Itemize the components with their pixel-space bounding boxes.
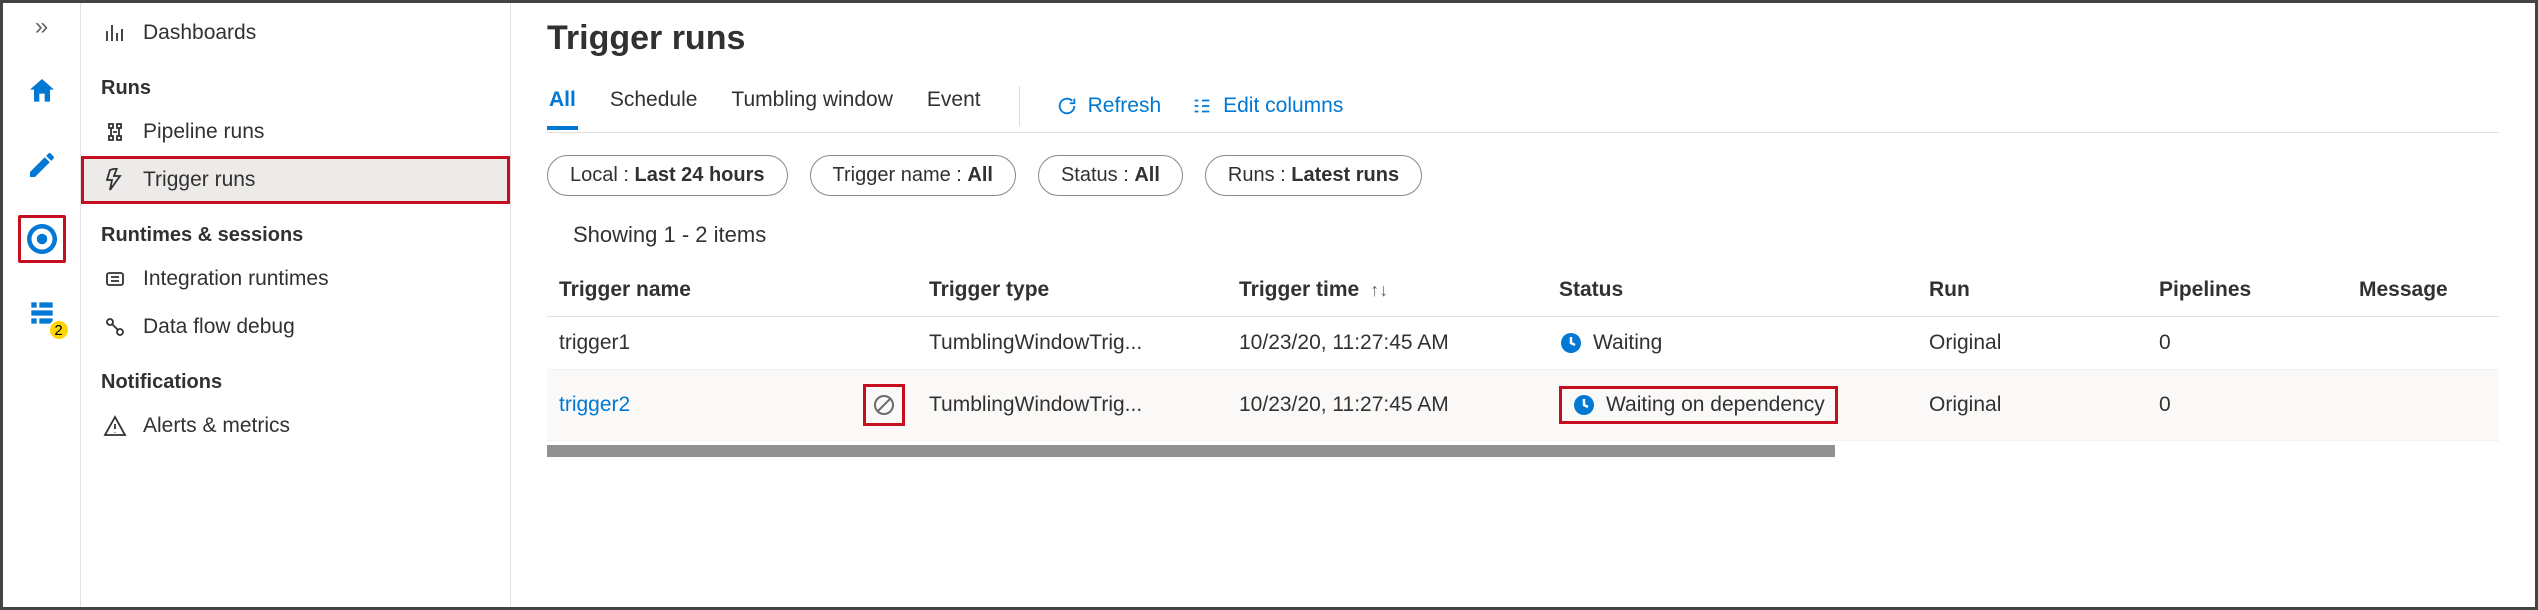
tab-event[interactable]: Event [925, 82, 983, 130]
sidebar-item-label: Alerts & metrics [143, 414, 290, 438]
rail-author[interactable] [18, 141, 66, 189]
col-trigger-type[interactable]: Trigger type [917, 264, 1227, 317]
cancel-icon [872, 393, 896, 417]
sidebar-item-pipeline-runs[interactable]: Pipeline runs [81, 108, 510, 156]
sort-icon: ↑↓ [1365, 280, 1388, 300]
results-table: Trigger name Trigger type Trigger time ↑… [547, 264, 2499, 441]
rail-manage[interactable]: 2 [18, 289, 66, 337]
home-icon [26, 75, 58, 107]
filter-status[interactable]: Status : All [1038, 155, 1183, 196]
sidebar-item-integration-runtimes[interactable]: Integration runtimes [81, 255, 510, 303]
edit-columns-label: Edit columns [1223, 94, 1343, 118]
monitor-icon [24, 221, 60, 257]
trigger-name-link[interactable]: trigger2 [559, 393, 630, 417]
sidebar-item-label: Dashboards [143, 21, 256, 45]
sidebar-heading-notifications: Notifications [81, 351, 510, 402]
table-header-row: Trigger name Trigger type Trigger time ↑… [547, 264, 2499, 317]
filter-time-range[interactable]: Local : Last 24 hours [547, 155, 788, 196]
sidebar-item-label: Integration runtimes [143, 267, 329, 291]
data-flow-debug-icon [101, 315, 129, 339]
tab-schedule[interactable]: Schedule [608, 82, 700, 130]
sidebar-item-label: Pipeline runs [143, 120, 264, 144]
refresh-label: Refresh [1088, 94, 1162, 118]
col-pipelines[interactable]: Pipelines [2147, 264, 2347, 317]
sidebar-item-label: Data flow debug [143, 315, 295, 339]
waiting-icon [1559, 331, 1583, 355]
col-status[interactable]: Status [1547, 264, 1917, 317]
alerts-metrics-icon [101, 414, 129, 438]
col-trigger-name[interactable]: Trigger name [547, 264, 917, 317]
edit-columns-button[interactable]: Edit columns [1191, 94, 1343, 118]
cancel-action-button[interactable] [863, 384, 905, 426]
tabs: All Schedule Tumbling window Event [547, 82, 983, 130]
cell-message [2347, 317, 2499, 370]
dashboards-icon [101, 21, 129, 45]
author-icon [26, 149, 58, 181]
cell-trigger-type: TumblingWindowTrig... [917, 317, 1227, 370]
cell-trigger-name: trigger2 [547, 370, 917, 441]
refresh-button[interactable]: Refresh [1056, 94, 1162, 118]
filter-bar: Local : Last 24 hours Trigger name : All… [547, 155, 2499, 196]
sidebar-item-dashboards[interactable]: Dashboards [81, 9, 510, 57]
sidebar-heading-runtimes: Runtimes & sessions [81, 204, 510, 255]
sidebar-item-trigger-runs[interactable]: Trigger runs [81, 156, 510, 204]
rail-manage-badge: 2 [48, 319, 70, 341]
filter-runs[interactable]: Runs : Latest runs [1205, 155, 1422, 196]
horizontal-scrollbar[interactable] [547, 445, 1835, 457]
rail-monitor[interactable] [18, 215, 66, 263]
cell-trigger-time: 10/23/20, 11:27:45 AM [1227, 317, 1547, 370]
cell-run: Original [1917, 370, 2147, 441]
col-message[interactable]: Message [2347, 264, 2499, 317]
sidebar-item-alerts-metrics[interactable]: Alerts & metrics [81, 402, 510, 450]
tab-all[interactable]: All [547, 82, 578, 130]
cell-status: Waiting on dependency [1547, 370, 1917, 441]
edit-columns-icon [1191, 95, 1213, 117]
toolbar-separator [1019, 86, 1020, 126]
cell-trigger-name: trigger1 [547, 317, 917, 370]
integration-runtimes-icon [101, 267, 129, 291]
col-trigger-time[interactable]: Trigger time ↑↓ [1227, 264, 1547, 317]
left-rail: » 2 [3, 3, 81, 607]
page-title: Trigger runs [547, 19, 2499, 58]
table-row[interactable]: trigger1 TumblingWindowTrig... 10/23/20,… [547, 317, 2499, 370]
cell-trigger-time: 10/23/20, 11:27:45 AM [1227, 370, 1547, 441]
main-content: Trigger runs All Schedule Tumbling windo… [511, 3, 2535, 607]
sidebar-item-data-flow-debug[interactable]: Data flow debug [81, 303, 510, 351]
trigger-runs-icon [101, 168, 129, 192]
pipeline-runs-icon [101, 120, 129, 144]
col-run[interactable]: Run [1917, 264, 2147, 317]
sidebar: Dashboards Runs Pipeline runs Trigger ru… [81, 3, 511, 607]
filter-trigger-name[interactable]: Trigger name : All [810, 155, 1016, 196]
rail-home[interactable] [18, 67, 66, 115]
sidebar-item-label: Trigger runs [143, 168, 255, 192]
refresh-icon [1056, 95, 1078, 117]
cell-run: Original [1917, 317, 2147, 370]
cell-pipelines: 0 [2147, 370, 2347, 441]
tab-tumbling-window[interactable]: Tumbling window [729, 82, 894, 130]
cell-message [2347, 370, 2499, 441]
sidebar-heading-runs: Runs [81, 57, 510, 108]
toolbar: All Schedule Tumbling window Event Refre… [547, 82, 2499, 133]
cell-trigger-type: TumblingWindowTrig... [917, 370, 1227, 441]
cell-status: Waiting [1547, 317, 1917, 370]
waiting-icon [1572, 393, 1596, 417]
result-count: Showing 1 - 2 items [547, 222, 2499, 264]
expand-rail-icon[interactable]: » [35, 13, 48, 41]
cell-pipelines: 0 [2147, 317, 2347, 370]
table-row[interactable]: trigger2 TumblingWindowTrig... 10/23/20,… [547, 370, 2499, 441]
